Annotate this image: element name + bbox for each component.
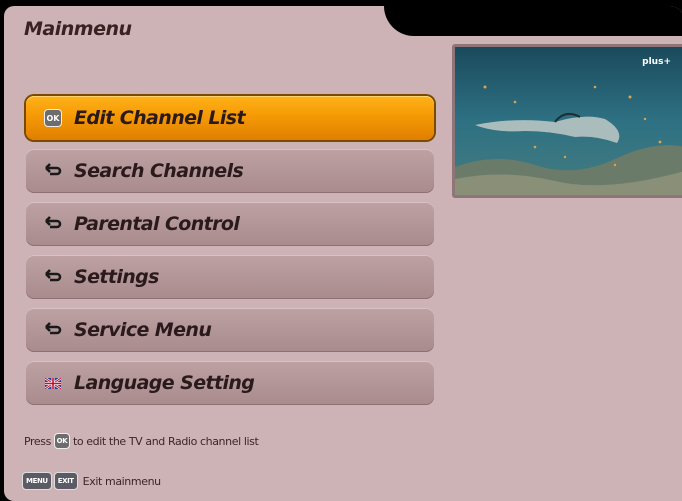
menu-item-service-menu[interactable]: Service Menu [26,308,434,352]
menu-item-label: Settings [74,266,159,288]
uk-flag-icon [44,374,62,392]
arrow-return-icon [44,215,62,233]
page-title: Mainmenu [24,18,132,40]
top-right-corner [384,6,682,36]
hint-text: Press OK to edit the TV and Radio channe… [24,433,259,449]
arrow-return-icon [44,268,62,286]
menu-item-edit-channel-list[interactable]: OK Edit Channel List [26,96,434,140]
arrow-return-icon [44,162,62,180]
ok-key-icon: OK [53,433,70,449]
manta-ray-image [455,47,682,195]
hint-suffix: to edit the TV and Radio channel list [72,434,259,448]
tv-preview-window: plus+ [452,44,682,198]
menu-item-parental-control[interactable]: Parental Control [26,202,434,246]
menu-item-label: Edit Channel List [74,107,246,129]
footer-keys: MENU EXIT Exit mainmenu [22,472,161,490]
menu-item-search-channels[interactable]: Search Channels [26,149,434,193]
menu-item-label: Language Setting [74,372,255,394]
footer-label: Exit mainmenu [82,474,161,488]
hint-prefix: Press [24,434,51,448]
exit-key-button[interactable]: EXIT [53,472,78,490]
menu-key-button[interactable]: MENU [22,472,52,490]
menu-item-label: Parental Control [74,213,240,235]
channel-logo: plus+ [642,57,671,67]
menu-item-settings[interactable]: Settings [26,255,434,299]
menu-item-label: Search Channels [74,160,244,182]
menu-item-language-setting[interactable]: Language Setting [26,361,434,405]
main-menu-panel: Mainmenu OK Edit Channel List Search Cha… [4,6,682,501]
arrow-return-icon [44,321,62,339]
menu-item-label: Service Menu [74,319,212,341]
ok-button-icon: OK [44,109,62,127]
